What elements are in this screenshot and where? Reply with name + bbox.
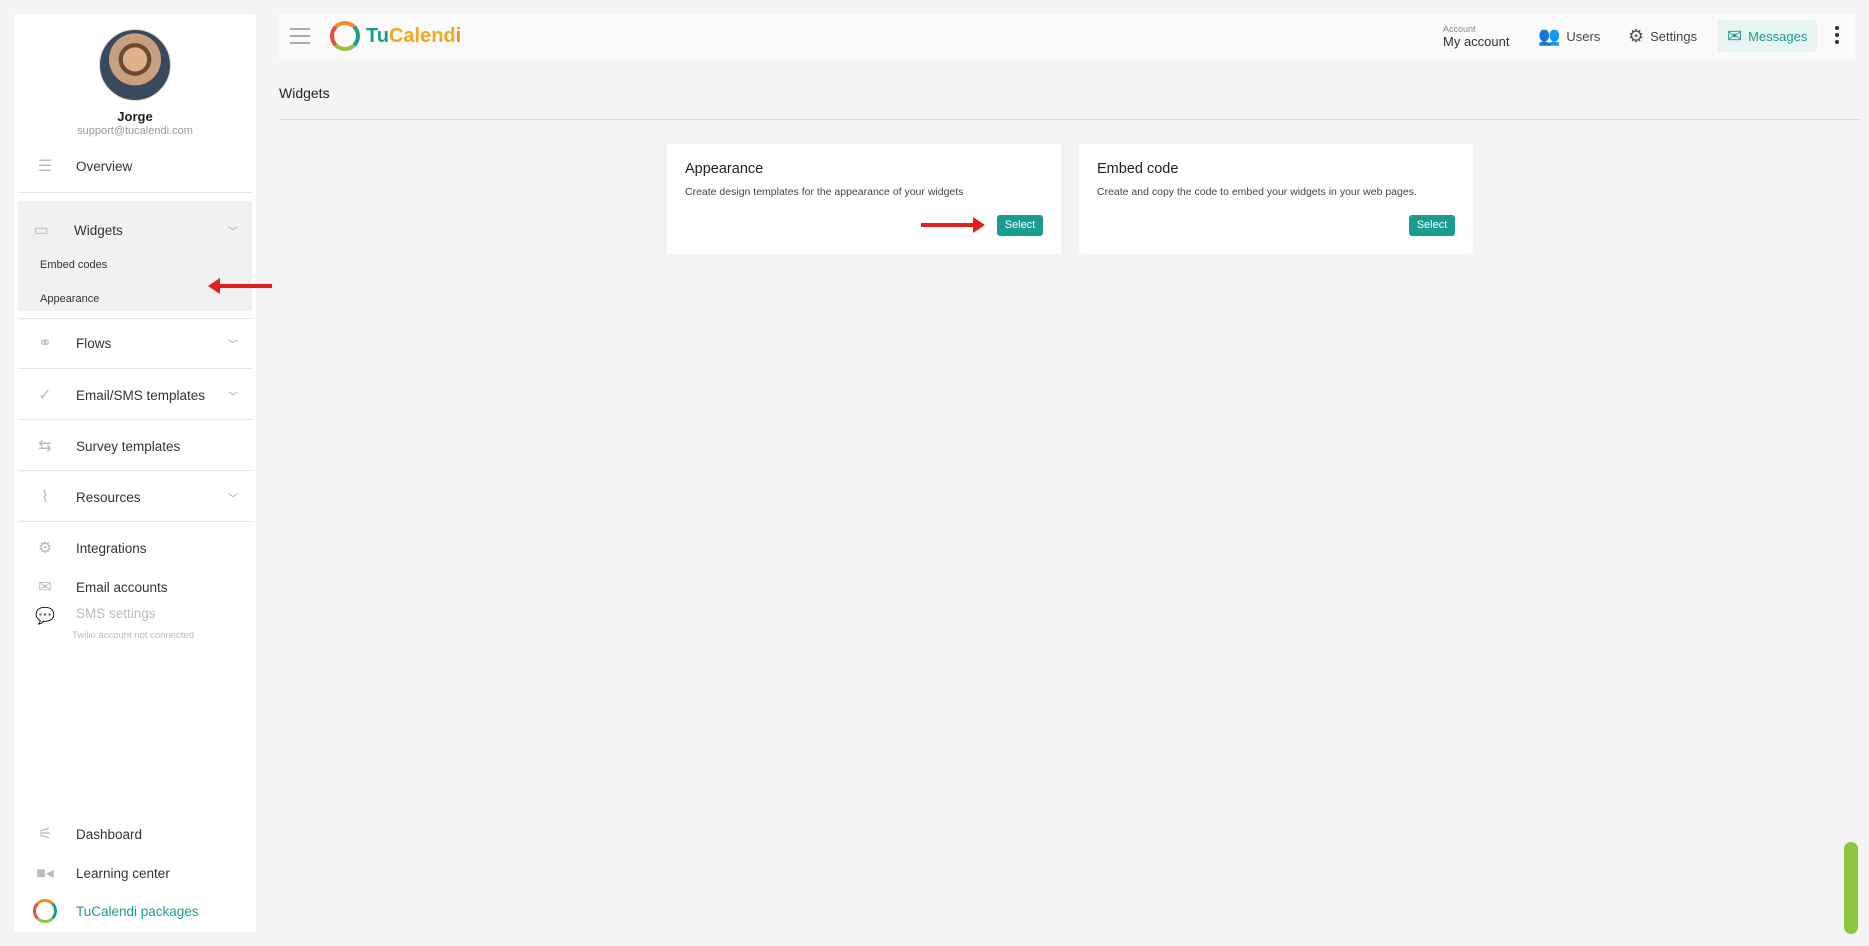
sidebar-item-label: Overview [76, 158, 133, 174]
account-menu[interactable]: Account My account [1443, 24, 1510, 50]
envelope-icon: ✉ [38, 579, 52, 596]
gear-icon: ⚙ [1628, 25, 1645, 46]
divider [18, 521, 252, 522]
chevron-down-icon: ﹀ [228, 493, 238, 505]
chevron-down-icon: ﹀ [228, 339, 238, 351]
users-icon: 👥 [1538, 25, 1561, 46]
sidebar-item-label: TuCalendi packages [76, 903, 199, 919]
sidebar-item-label: Learning center [76, 865, 170, 881]
video-icon: ■◂ [36, 865, 54, 882]
sidebar: Jorge support@tucalendi.com ☰ Overview ▭… [14, 14, 256, 932]
sidebar-subitem-appearance[interactable]: Appearance [40, 293, 99, 305]
card-title: Appearance [685, 161, 764, 177]
sidebar-item-dashboard[interactable]: ⚟ Dashboard [18, 814, 252, 854]
sliders-icon: ⚟ [37, 826, 53, 843]
sidebar-item-label: Resources [76, 489, 141, 505]
tucalendi-logo[interactable]: TuCalendi [330, 21, 461, 51]
account-label: My account [1443, 34, 1510, 49]
sidebar-item-email-sms-templates[interactable]: ✓ Email/SMS templates ﹀ [18, 375, 252, 415]
embed-code-card: Embed code Create and copy the code to e… [1079, 144, 1473, 254]
sidebar-item-label: Flows [76, 335, 112, 351]
sidebar-item-overview[interactable]: ☰ Overview [18, 146, 252, 186]
divider [18, 318, 252, 319]
window-icon: ▭ [33, 222, 49, 239]
hamburger-menu-icon[interactable] [290, 28, 310, 44]
settings-button[interactable]: ⚙ Settings [1622, 20, 1703, 52]
sidebar-item-label: Integrations [76, 540, 147, 556]
appearance-select-button[interactable]: Select [997, 215, 1043, 236]
profile-email: support@tucalendi.com [77, 125, 193, 137]
logo-icon [330, 21, 360, 51]
settings-label: Settings [1650, 28, 1698, 44]
sidebar-subitem-embed-codes[interactable]: Embed codes [40, 259, 107, 271]
card-description: Create design templates for the appearan… [685, 186, 964, 198]
sidebar-item-label: Survey templates [76, 438, 181, 454]
appearance-card: Appearance Create design templates for t… [667, 144, 1061, 254]
chevron-down-icon: ﹀ [228, 226, 238, 238]
divider [18, 368, 252, 369]
sidebar-item-flows[interactable]: ⚭ Flows ﹀ [18, 323, 252, 363]
profile: Jorge support@tucalendi.com [14, 14, 256, 137]
sms-settings-status: Twilio account not connected [72, 630, 194, 641]
avatar[interactable] [99, 29, 171, 101]
flow-icon: ⚭ [38, 335, 52, 352]
sidebar-item-label: SMS settings [76, 606, 156, 621]
sidebar-item-label: Widgets [74, 222, 123, 238]
annotation-arrow-left [208, 278, 272, 294]
widgets-group: ▭ Widgets ﹀ Embed codes Appearance [18, 201, 252, 311]
scrollbar-thumb[interactable] [1844, 842, 1858, 934]
sidebar-item-label: Email/SMS templates [76, 387, 206, 403]
messages-button[interactable]: ✉ Messages [1717, 20, 1818, 52]
account-caption: Account [1443, 24, 1476, 34]
sidebar-item-tucalendi-packages[interactable]: TuCalendi packages [18, 891, 252, 931]
sidebar-item-label: Email accounts [76, 579, 168, 595]
messages-label: Messages [1748, 28, 1808, 44]
embed-code-select-button[interactable]: Select [1409, 215, 1455, 236]
page-title: Widgets [279, 85, 330, 101]
card-title: Embed code [1097, 161, 1179, 177]
profile-name: Jorge [117, 109, 153, 124]
route-icon: ⇆ [38, 438, 52, 455]
sidebar-item-resources[interactable]: ⌇ Resources ﹀ [18, 477, 252, 517]
envelope-icon: ✉ [1727, 25, 1743, 46]
users-label: Users [1566, 28, 1601, 44]
sidebar-item-survey-templates[interactable]: ⇆ Survey templates [18, 426, 252, 466]
checklist-icon: ☰ [37, 158, 53, 175]
divider [18, 192, 252, 193]
tucalendi-logo-icon [32, 899, 58, 923]
sidebar-item-learning-center[interactable]: ■◂ Learning center [18, 853, 252, 893]
topbar: TuCalendi Account My account 👥 Users ⚙ S… [278, 14, 1855, 59]
gears-icon: ⚙ [37, 540, 53, 557]
divider [279, 119, 1861, 120]
annotation-arrow-right [921, 217, 985, 233]
divider [18, 419, 252, 420]
card-description: Create and copy the code to embed your w… [1097, 186, 1417, 198]
sidebar-item-integrations[interactable]: ⚙ Integrations [18, 528, 252, 568]
chat-icon: 💬 [35, 608, 55, 625]
sidebar-item-label: Dashboard [76, 826, 143, 842]
logo-text: TuCalendi [366, 24, 462, 47]
more-options-icon[interactable] [1835, 26, 1841, 47]
paperclip-icon: ⌇ [41, 489, 49, 506]
sidebar-item-widgets[interactable]: ▭ Widgets ﹀ [18, 210, 252, 250]
chevron-down-icon: ﹀ [228, 391, 238, 403]
double-check-icon: ✓ [38, 387, 52, 404]
users-button[interactable]: 👥 Users [1532, 20, 1606, 52]
divider [18, 470, 252, 471]
